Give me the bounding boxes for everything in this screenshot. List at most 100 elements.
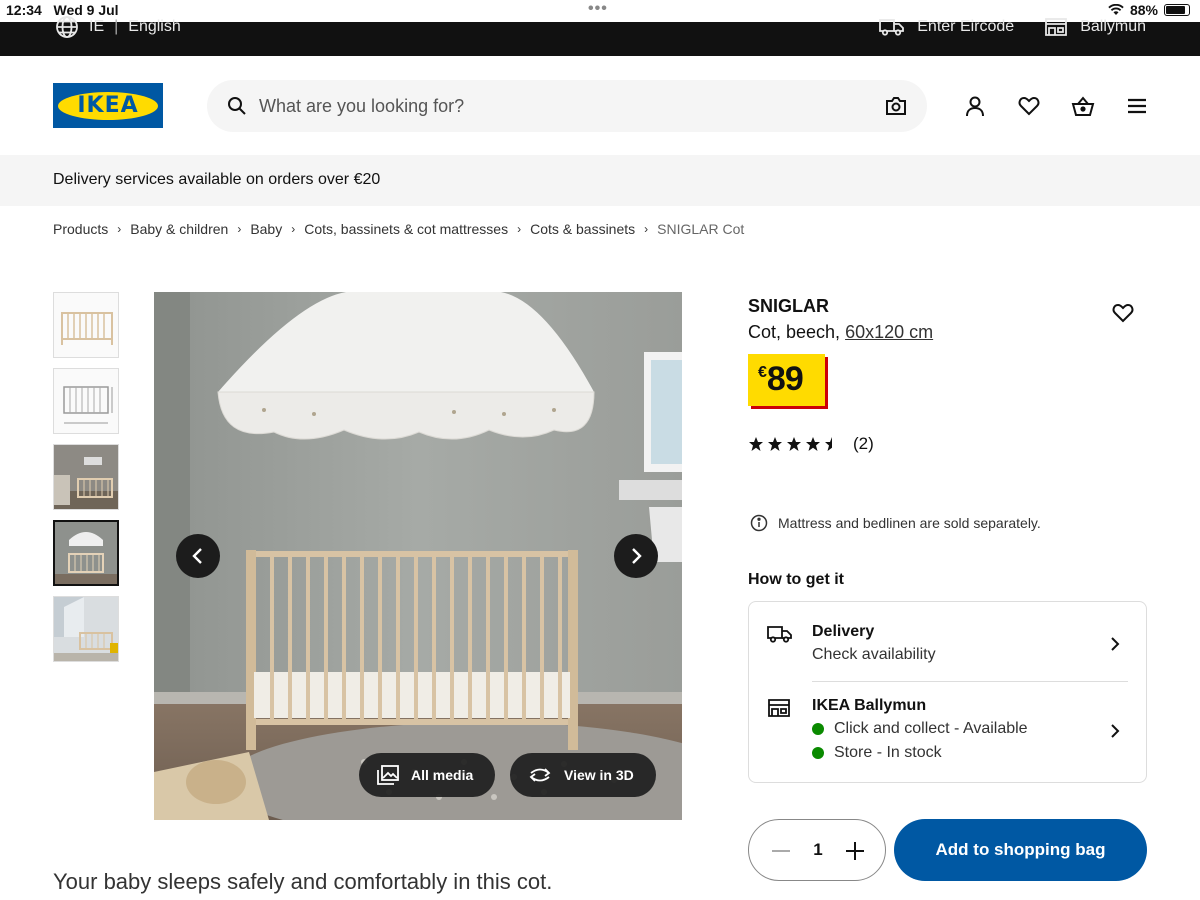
chevron-right-icon: › [117, 222, 122, 236]
header-icons [962, 93, 1150, 119]
search-input[interactable] [259, 80, 859, 132]
store-label: Ballymun [1080, 18, 1146, 35]
language-label: English [128, 18, 181, 35]
rating-star [787, 437, 801, 451]
product-description: Cot, beech, 60x120 cm [748, 322, 933, 343]
basket-icon [1071, 96, 1095, 116]
store-link[interactable]: Ballymun [1044, 17, 1146, 37]
increase-quantity-button[interactable] [843, 839, 867, 863]
cot-with-canopy-photo [154, 292, 682, 820]
store-stock-status: Store - In stock [812, 744, 942, 762]
breadcrumb-current: SNIGLAR Cot [657, 221, 745, 237]
store-title: IKEA Ballymun [812, 697, 927, 714]
delivery-truck-icon [767, 626, 792, 643]
product-type: Cot, beech, [748, 322, 846, 342]
main-product-image[interactable]: All media View in 3D [154, 292, 682, 820]
thumbnail-4[interactable] [53, 520, 119, 586]
plus-icon [846, 842, 864, 860]
product-rating[interactable]: (2) [748, 434, 874, 454]
store-icon [1045, 18, 1068, 36]
header: IKEA [0, 56, 1200, 156]
heart-icon [1112, 303, 1134, 323]
heart-icon [1018, 96, 1040, 116]
gallery-icon [377, 765, 399, 785]
thumbnail-nursery-image [54, 597, 118, 661]
price-amount: 89 [766, 360, 804, 398]
rating-stars [749, 437, 832, 451]
product-tagline: Your baby sleeps safely and comfortably … [53, 869, 553, 894]
review-count: (2) [853, 434, 874, 453]
eircode-label: Enter Eircode [917, 18, 1015, 35]
all-media-button[interactable]: All media [359, 753, 496, 797]
top-bar-right: Enter Eircode Ballymun [879, 17, 1146, 37]
rating-star [825, 437, 832, 451]
person-icon [966, 96, 984, 117]
delivery-subtitle: Check availability [812, 646, 936, 663]
breadcrumb-baby[interactable]: Baby [250, 221, 282, 237]
product-size-link[interactable]: 60x120 cm [845, 322, 933, 342]
product-name: SNIGLAR [748, 296, 829, 316]
product-note-text: Mattress and bedlinen are sold separatel… [778, 515, 1041, 531]
view-in-3d-label: View in 3D [564, 767, 634, 783]
next-image-button[interactable] [614, 534, 658, 578]
favourites-button[interactable] [1016, 93, 1042, 119]
previous-image-button[interactable] [176, 534, 220, 578]
price-currency: € [758, 364, 767, 381]
breadcrumb-baby-children[interactable]: Baby & children [130, 221, 228, 237]
quantity-stepper: 1 [748, 819, 886, 881]
chevron-right-icon: › [517, 222, 522, 236]
rating-star [749, 437, 763, 451]
breadcrumb-cots-bassinets[interactable]: Cots & bassinets [530, 221, 635, 237]
info-icon [750, 514, 768, 532]
chevron-right-icon [1111, 637, 1120, 651]
decrease-quantity-button[interactable] [769, 839, 793, 863]
in-stock-dot [812, 747, 824, 759]
account-button[interactable] [962, 93, 988, 119]
click-collect-status: Click and collect - Available [812, 720, 1028, 738]
globe-icon [56, 16, 78, 38]
thumbnail-5[interactable] [53, 596, 119, 662]
battery-icon [1164, 4, 1190, 16]
store-stock-label: Store - In stock [834, 744, 942, 761]
chevron-left-icon [192, 548, 202, 564]
logo-text: IKEA [77, 93, 139, 118]
store-icon [768, 699, 790, 717]
thumbnail-1[interactable] [53, 292, 119, 358]
country-code: IE [89, 18, 105, 35]
thumbnail-2[interactable] [53, 368, 119, 434]
top-bar: IE | English Enter Eircode Ballymun [0, 16, 1200, 56]
delivery-truck-icon [879, 19, 905, 36]
ikea-logo[interactable]: IKEA [53, 83, 163, 128]
price-tag: €89 [748, 354, 825, 406]
add-to-shopping-bag-button[interactable]: Add to shopping bag [894, 819, 1147, 881]
multitask-dots[interactable]: ••• [588, 0, 608, 18]
camera-search-icon[interactable] [885, 96, 907, 116]
breadcrumb-cots-bassinets-mattresses[interactable]: Cots, bassinets & cot mattresses [304, 221, 508, 237]
language-selector[interactable]: IE | English [55, 16, 181, 38]
thumbnail-canopy-image [55, 522, 117, 584]
delivery-banner-text: Delivery services available on orders ov… [53, 171, 381, 188]
how-to-get-it-heading: How to get it [748, 571, 844, 588]
quantity-value[interactable]: 1 [808, 840, 828, 860]
chevron-right-icon: › [644, 222, 649, 236]
delivery-option[interactable]: Delivery Check availability [749, 602, 1146, 681]
breadcrumb-products[interactable]: Products [53, 221, 108, 237]
store-option[interactable]: IKEA Ballymun Click and collect - Availa… [749, 682, 1146, 782]
rating-star [768, 437, 782, 451]
search-icon[interactable] [227, 96, 247, 116]
wifi-icon [1108, 4, 1124, 15]
shopping-bag-button[interactable] [1070, 93, 1096, 119]
thumbnail-3[interactable] [53, 444, 119, 510]
click-collect-label: Click and collect - Available [834, 720, 1028, 737]
menu-button[interactable] [1124, 93, 1150, 119]
available-dot [812, 723, 824, 735]
eircode-link[interactable]: Enter Eircode [879, 17, 1014, 37]
view-in-3d-button[interactable]: View in 3D [510, 753, 656, 797]
add-to-shopping-bag-label: Add to shopping bag [935, 840, 1106, 859]
thumbnail-dimensions-image [54, 369, 118, 433]
delivery-title: Delivery [812, 623, 875, 640]
add-to-favourites-button[interactable] [1112, 303, 1134, 328]
delivery-banner[interactable]: Delivery services available on orders ov… [0, 155, 1200, 206]
breadcrumb: Products › Baby & children › Baby › Cots, b… [53, 221, 744, 237]
minus-icon [772, 850, 790, 852]
